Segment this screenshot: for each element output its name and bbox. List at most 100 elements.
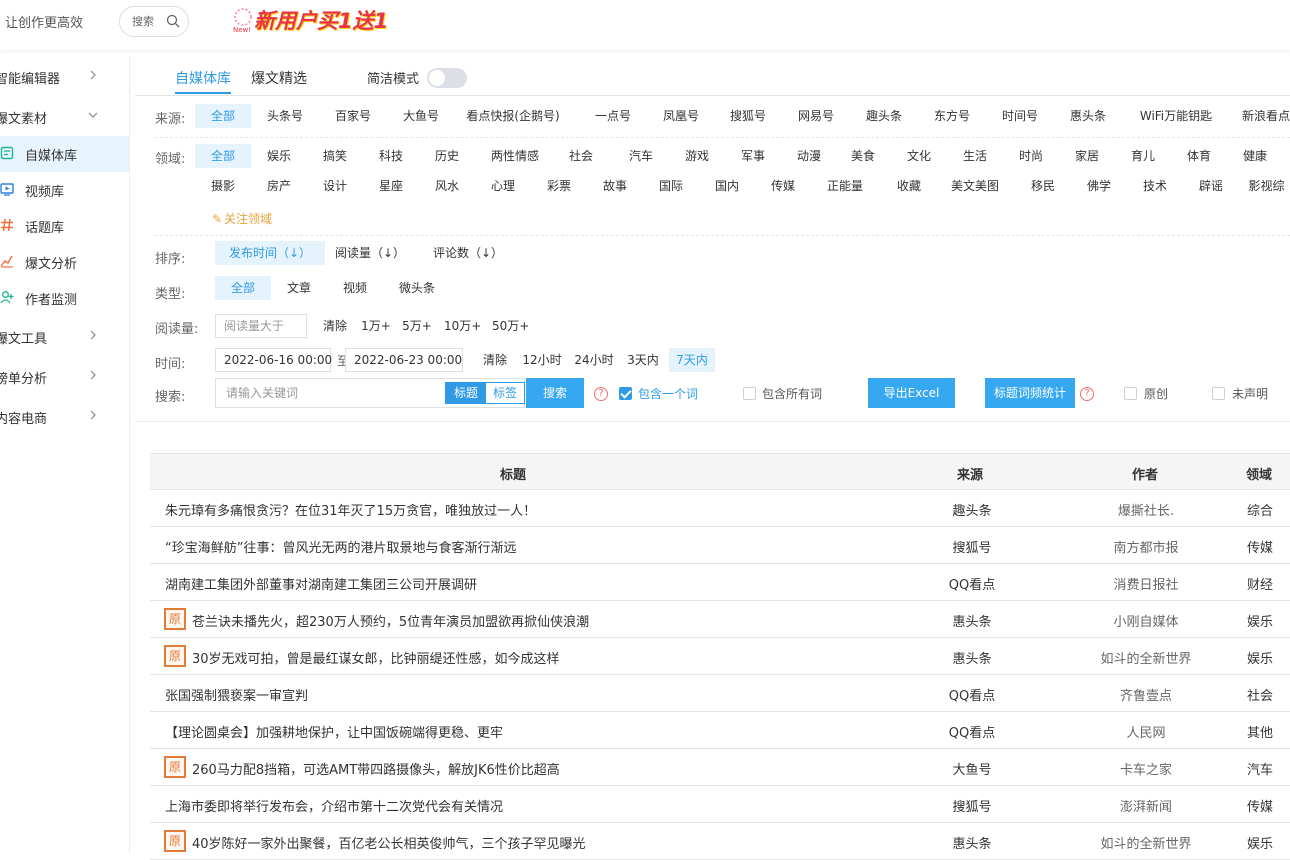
help-icon[interactable]: ? <box>594 387 608 401</box>
source-chip[interactable]: 全部 <box>195 104 251 128</box>
domain2-chip[interactable]: 收藏 <box>887 174 931 198</box>
time-12h[interactable]: 12小时 <box>521 348 563 372</box>
domain-chip[interactable]: 动漫 <box>787 144 831 168</box>
domain2-chip[interactable]: 房产 <box>257 174 301 198</box>
type-weitoutiao[interactable]: 微头条 <box>391 276 443 300</box>
row-author[interactable]: 澎湃新闻 <box>1086 796 1206 815</box>
source-chip[interactable]: 惠头条 <box>1059 104 1117 128</box>
time-end-input[interactable]: 2022-06-23 00:00 <box>345 348 463 372</box>
domain2-chip[interactable]: 影视综 <box>1243 174 1290 198</box>
follow-domain-link[interactable]: ✎ 关注领域 <box>212 210 272 227</box>
source-chip[interactable]: 百家号 <box>325 104 381 128</box>
export-excel-button[interactable]: 导出Excel <box>868 378 955 408</box>
domain-chip[interactable]: 娱乐 <box>257 144 301 168</box>
row-author[interactable]: 齐鲁壹点 <box>1086 685 1206 704</box>
source-chip[interactable]: 网易号 <box>787 104 845 128</box>
sidebar-item-article-analysis[interactable]: 爆文分析 <box>0 244 129 280</box>
domain-chip[interactable]: 历史 <box>425 144 469 168</box>
reads-10k[interactable]: 1万+ <box>361 314 391 338</box>
row-title[interactable]: 【理论圆桌会】加强耕地保护，让中国饭碗端得更稳、更牢 <box>165 722 503 741</box>
domain2-chip[interactable]: 国际 <box>649 174 693 198</box>
source-chip[interactable]: 时间号 <box>991 104 1049 128</box>
domain2-chip[interactable]: 辟谣 <box>1189 174 1233 198</box>
sidebar-item-author-monitor[interactable]: 作者监测 <box>0 280 129 316</box>
search-button[interactable]: 搜索 <box>526 378 584 408</box>
reads-50k[interactable]: 5万+ <box>402 314 432 338</box>
type-article[interactable]: 文章 <box>279 276 319 300</box>
source-chip[interactable]: 一点号 <box>583 104 643 128</box>
table-row[interactable]: 原 40岁陈好一家外出聚餐，百亿老公长相英俊帅气，三个孩子罕见曝光 惠头条 如斗的全新… <box>150 823 1290 860</box>
domain2-chip[interactable]: 技术 <box>1133 174 1177 198</box>
domain2-chip[interactable]: 设计 <box>313 174 357 198</box>
row-author[interactable]: 卡车之家 <box>1086 759 1206 778</box>
domain-chip[interactable]: 军事 <box>731 144 775 168</box>
domain-chip[interactable]: 家居 <box>1067 144 1107 168</box>
domain-chip[interactable]: 文化 <box>899 144 939 168</box>
domain-chip[interactable]: 搞笑 <box>313 144 357 168</box>
row-author[interactable]: 人民网 <box>1086 722 1206 741</box>
top-search-box[interactable]: 搜索 <box>119 6 189 37</box>
sidebar-group-ecommerce[interactable]: 内容电商 <box>0 398 129 434</box>
domain2-chip[interactable]: 故事 <box>593 174 637 198</box>
scope-tag[interactable]: 标签 <box>486 383 524 403</box>
undeclared-checkbox[interactable] <box>1212 387 1225 400</box>
sidebar-group-material[interactable]: 爆文素材 <box>0 98 129 134</box>
domain2-chip[interactable]: 彩票 <box>537 174 581 198</box>
source-chip[interactable]: 头条号 <box>259 104 311 128</box>
row-title[interactable]: 朱元璋有多痛恨贪污？在位31年灭了15万贪官，唯独放过一人！ <box>165 500 536 519</box>
sort-comments[interactable]: 评论数（↓） <box>431 241 505 265</box>
domain2-chip[interactable]: 心理 <box>481 174 525 198</box>
sidebar-group-tools[interactable]: 爆文工具 <box>0 318 129 354</box>
table-row[interactable]: 原 30岁无戏可拍，曾是最红谋女郎，比钟丽缇还性感，如今成这样 惠头条 如斗的全新世界… <box>150 638 1290 675</box>
domain-chip[interactable]: 育儿 <box>1123 144 1163 168</box>
domain2-chip[interactable]: 正能量 <box>819 174 871 198</box>
tab-media-library[interactable]: 自媒体库 <box>175 68 231 88</box>
domain-chip[interactable]: 社会 <box>559 144 603 168</box>
include-one-checkbox[interactable] <box>619 387 632 400</box>
domain-chip[interactable]: 生活 <box>955 144 995 168</box>
type-all[interactable]: 全部 <box>215 276 271 300</box>
source-chip[interactable]: 新浪看点 <box>1231 104 1290 128</box>
reads-500k[interactable]: 50万+ <box>492 314 529 338</box>
simple-mode-toggle[interactable] <box>427 68 467 88</box>
row-author[interactable]: 爆撕社长. <box>1086 500 1206 519</box>
table-row[interactable]: 湖南建工集团外部董事对湖南建工集团三公司开展调研 QQ看点 消费日报社 财经 <box>150 564 1290 601</box>
time-24h[interactable]: 24小时 <box>573 348 615 372</box>
domain2-chip[interactable]: 风水 <box>425 174 469 198</box>
row-title[interactable]: 苍兰诀未播先火，超230万人预约，5位青年演员加盟欲再掀仙侠浪潮 <box>192 611 589 630</box>
table-row[interactable]: “珍宝海鲜舫”往事：曾风光无两的港片取景地与食客渐行渐远 搜狐号 南方都市报 传媒 <box>150 527 1290 564</box>
row-title[interactable]: 40岁陈好一家外出聚餐，百亿老公长相英俊帅气，三个孩子罕见曝光 <box>192 833 586 852</box>
row-title[interactable]: “珍宝海鲜舫”往事：曾风光无两的港片取景地与食客渐行渐远 <box>165 537 516 556</box>
time-3d[interactable]: 3天内 <box>625 348 661 372</box>
domain2-chip[interactable]: 移民 <box>1021 174 1065 198</box>
domain2-chip[interactable]: 美文美图 <box>945 174 1005 198</box>
table-row[interactable]: 原 260马力配8挡箱，可选AMT带四路摄像头，解放JK6性价比超高 大鱼号 卡车之家… <box>150 749 1290 786</box>
sidebar-item-media-library[interactable]: 自媒体库 <box>0 136 129 172</box>
source-chip[interactable]: WiFi万能钥匙 <box>1131 104 1221 128</box>
source-chip[interactable]: 看点快报(企鹅号) <box>461 104 565 128</box>
sort-reads[interactable]: 阅读量（↓） <box>333 241 407 265</box>
domain2-chip[interactable]: 摄影 <box>201 174 245 198</box>
domain-chip[interactable]: 两性情感 <box>481 144 549 168</box>
tab-hot-picks[interactable]: 爆文精选 <box>251 68 307 88</box>
original-checkbox[interactable] <box>1124 387 1137 400</box>
row-title[interactable]: 湖南建工集团外部董事对湖南建工集团三公司开展调研 <box>165 574 477 593</box>
row-author[interactable]: 小刚自媒体 <box>1086 611 1206 630</box>
help-icon[interactable]: ? <box>1080 387 1094 401</box>
reads-100k[interactable]: 10万+ <box>444 314 481 338</box>
source-chip[interactable]: 凤凰号 <box>651 104 711 128</box>
domain-chip[interactable]: 科技 <box>369 144 413 168</box>
row-author[interactable]: 如斗的全新世界 <box>1086 648 1206 667</box>
time-clear[interactable]: 清除 <box>479 348 511 372</box>
domain2-chip[interactable]: 星座 <box>369 174 413 198</box>
domain-chip[interactable]: 美食 <box>843 144 883 168</box>
row-author[interactable]: 消费日报社 <box>1086 574 1206 593</box>
source-chip[interactable]: 趣头条 <box>855 104 913 128</box>
row-author[interactable]: 南方都市报 <box>1086 537 1206 556</box>
row-author[interactable]: 如斗的全新世界 <box>1086 833 1206 852</box>
domain-chip[interactable]: 全部 <box>195 144 251 168</box>
include-all-checkbox[interactable] <box>743 387 756 400</box>
domain-chip[interactable]: 健康 <box>1233 144 1277 168</box>
domain-chip[interactable]: 游戏 <box>675 144 719 168</box>
sort-publish-time[interactable]: 发布时间（↓） <box>215 241 325 265</box>
